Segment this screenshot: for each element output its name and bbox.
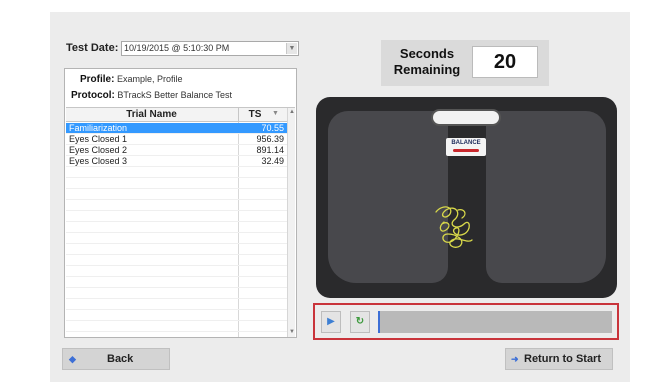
table-row[interactable]: Familiarization 70.55 xyxy=(66,123,287,134)
seconds-remaining-label: Seconds Remaining xyxy=(390,46,464,78)
trial-ts-cell: 32.49 xyxy=(261,156,284,166)
refresh-icon: ↻ xyxy=(355,316,365,327)
empty-table-row xyxy=(66,189,287,200)
logo-swoosh xyxy=(453,149,479,152)
sway-trace xyxy=(435,206,473,248)
test-date-label: Test Date: xyxy=(66,42,119,54)
playback-progress[interactable] xyxy=(378,311,612,333)
balance-logo: BALANCE xyxy=(446,138,486,156)
balance-board: BALANCE xyxy=(316,97,617,298)
seconds-label-line1: Seconds xyxy=(399,46,455,61)
trial-ts-cell: 70.55 xyxy=(261,123,284,133)
empty-table-row xyxy=(66,167,287,178)
seconds-label-line2: Remaining xyxy=(393,62,461,77)
empty-table-row xyxy=(66,310,287,321)
table-row[interactable]: Eyes Closed 1 956.39 xyxy=(66,134,287,145)
playback-progress-fill xyxy=(378,311,380,333)
empty-table-row xyxy=(66,222,287,233)
table-body: Familiarization 70.55 Eyes Closed 1 956.39 E… xyxy=(66,123,287,332)
trial-ts-cell: 891.14 xyxy=(256,145,284,155)
sort-icon[interactable]: ▼ xyxy=(272,110,279,117)
column-header-trial-name[interactable]: Trial Name xyxy=(66,108,237,121)
empty-table-row xyxy=(66,233,287,244)
seconds-remaining-box: Seconds Remaining 20 xyxy=(381,40,549,86)
column-header-ts[interactable]: TS xyxy=(238,108,271,121)
protocol-row: Protocol: BTrackS Better Balance Test xyxy=(71,90,232,101)
arrow-right-icon: ➜ xyxy=(511,354,519,364)
arrow-left-icon: ◆ xyxy=(69,354,76,364)
table-row[interactable]: Eyes Closed 3 32.49 xyxy=(66,156,287,167)
table-header: Trial Name TS ▼ xyxy=(66,108,295,122)
empty-table-row xyxy=(66,255,287,266)
protocol-label: Protocol: xyxy=(71,90,115,101)
right-foot-pad xyxy=(486,111,606,283)
return-to-start-button[interactable]: ➜ Return to Start xyxy=(505,348,613,370)
test-date-select[interactable]: 10/19/2015 @ 5:10:30 PM ▼ xyxy=(121,41,299,56)
empty-table-row xyxy=(66,178,287,189)
protocol-value: BTrackS Better Balance Test xyxy=(117,90,232,100)
empty-table-row xyxy=(66,200,287,211)
empty-table-row xyxy=(66,321,287,332)
trial-name-cell: Eyes Closed 1 xyxy=(69,134,128,144)
empty-table-row xyxy=(66,211,287,222)
board-handle xyxy=(431,109,501,126)
back-button[interactable]: ◆ Back xyxy=(62,348,170,370)
trial-ts-cell: 956.39 xyxy=(256,134,284,144)
playback-bar: ▶ ↻ xyxy=(313,303,619,340)
empty-table-row xyxy=(66,266,287,277)
play-button[interactable]: ▶ xyxy=(321,311,341,333)
profile-panel: Profile: Example, Profile Protocol: BTra… xyxy=(64,68,297,338)
play-icon: ▶ xyxy=(327,316,335,327)
profile-value: Example, Profile xyxy=(116,74,183,84)
table-scrollbar[interactable]: ▲ ▼ xyxy=(287,108,295,337)
balance-logo-text: BALANCE xyxy=(451,140,481,146)
back-button-label: Back xyxy=(107,353,134,365)
return-to-start-label: Return to Start xyxy=(524,353,601,365)
empty-table-row xyxy=(66,299,287,310)
test-date-value: 10/19/2015 @ 5:10:30 PM xyxy=(124,43,230,53)
empty-table-row xyxy=(66,244,287,255)
chevron-down-icon[interactable]: ▼ xyxy=(286,43,297,54)
profile-label: Profile: xyxy=(80,74,115,85)
trial-name-cell: Eyes Closed 2 xyxy=(69,145,128,155)
seconds-remaining-value: 20 xyxy=(472,46,538,78)
reset-button[interactable]: ↻ xyxy=(350,311,370,333)
trial-name-cell: Familiarization xyxy=(69,123,128,133)
left-foot-pad xyxy=(328,111,448,283)
scroll-down-icon[interactable]: ▼ xyxy=(288,328,296,337)
table-row[interactable]: Eyes Closed 2 891.14 xyxy=(66,145,287,156)
empty-table-row xyxy=(66,288,287,299)
scroll-up-icon[interactable]: ▲ xyxy=(288,108,296,117)
trial-name-cell: Eyes Closed 3 xyxy=(69,156,128,166)
empty-table-row xyxy=(66,277,287,288)
trials-table: Trial Name TS ▼ Familiarization 70.55 Eyes… xyxy=(66,107,295,337)
profile-row: Profile: Example, Profile xyxy=(80,74,183,85)
